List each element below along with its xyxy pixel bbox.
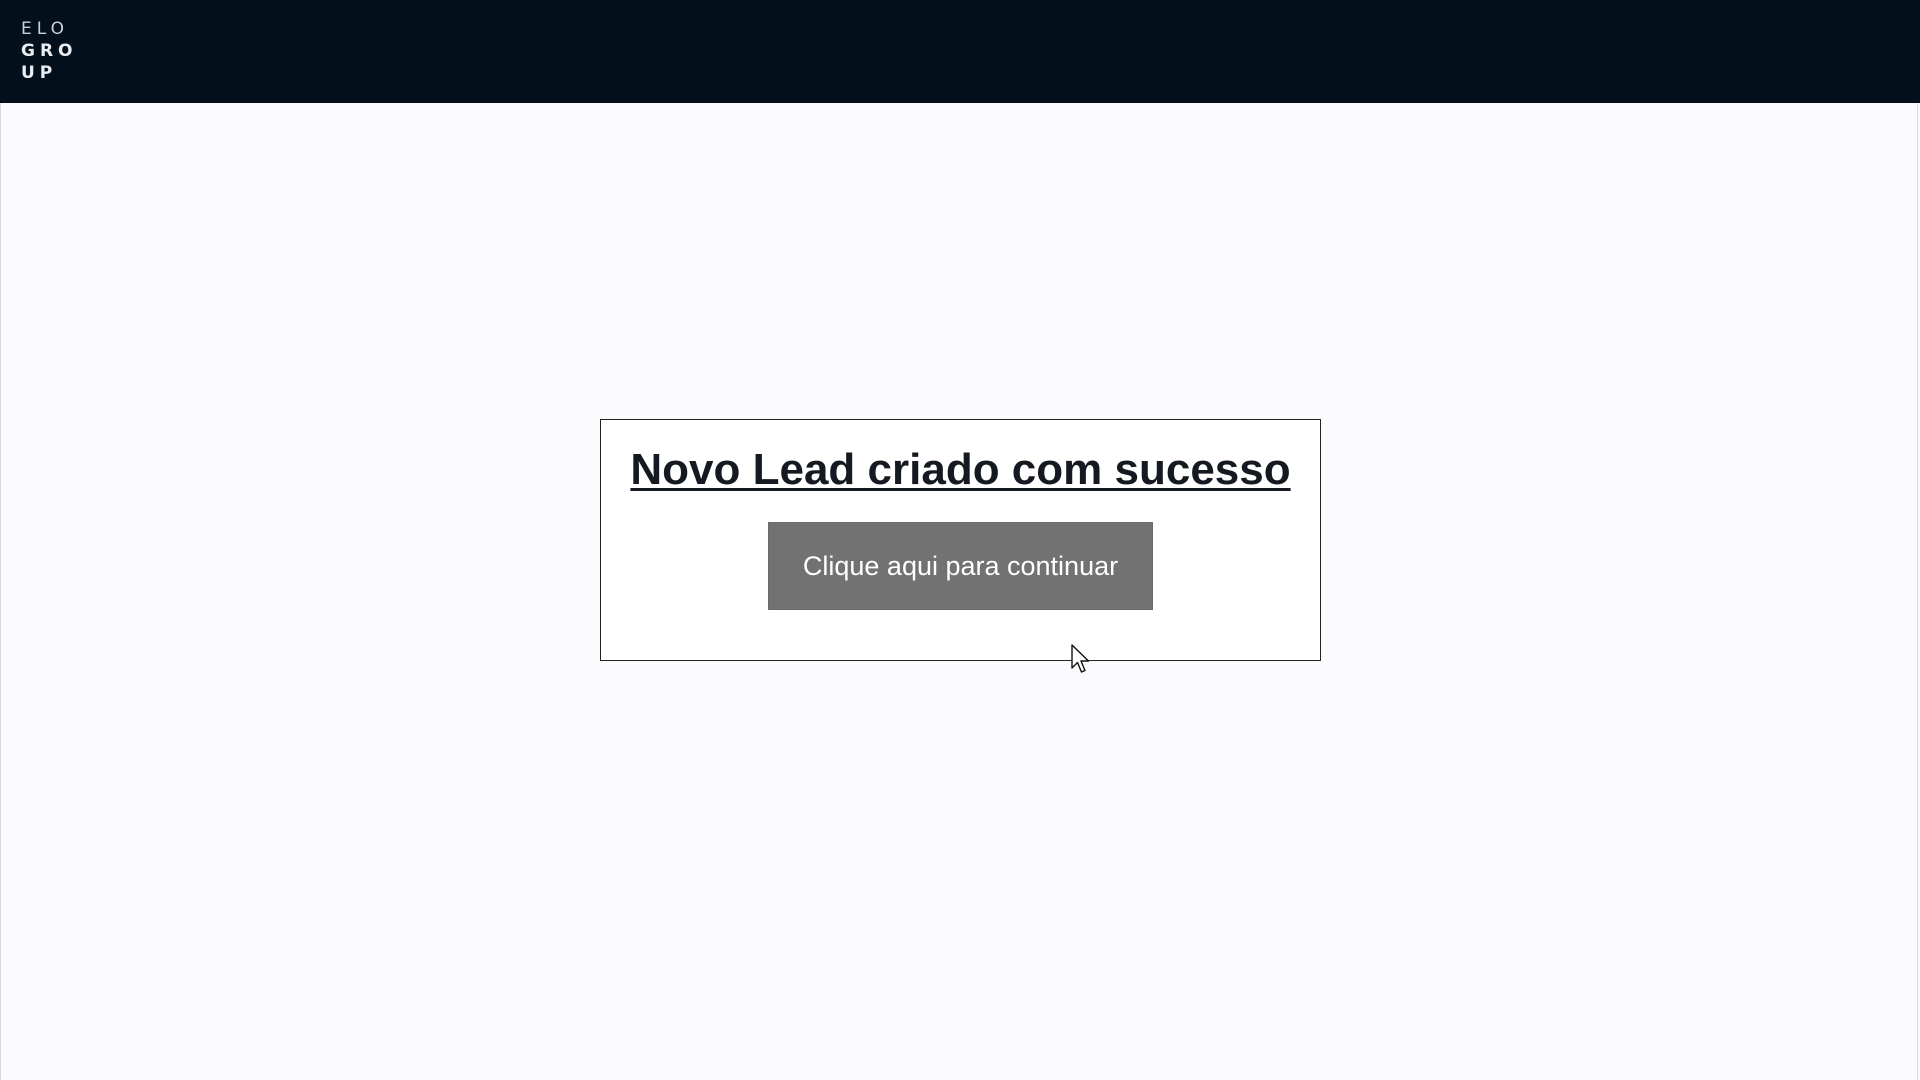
top-bar: ELO GRO UP [0,0,1920,103]
elo-group-logo[interactable]: ELO GRO UP [21,18,78,84]
success-card: Novo Lead criado com sucesso Clique aqui… [600,419,1321,661]
logo-line-2: GRO [21,41,78,61]
continue-button[interactable]: Clique aqui para continuar [768,522,1153,610]
mouse-pointer-icon [1071,644,1090,673]
success-title: Novo Lead criado com sucesso [630,445,1291,494]
logo-line-1: ELO [21,19,69,39]
logo-line-3: UP [21,63,58,83]
